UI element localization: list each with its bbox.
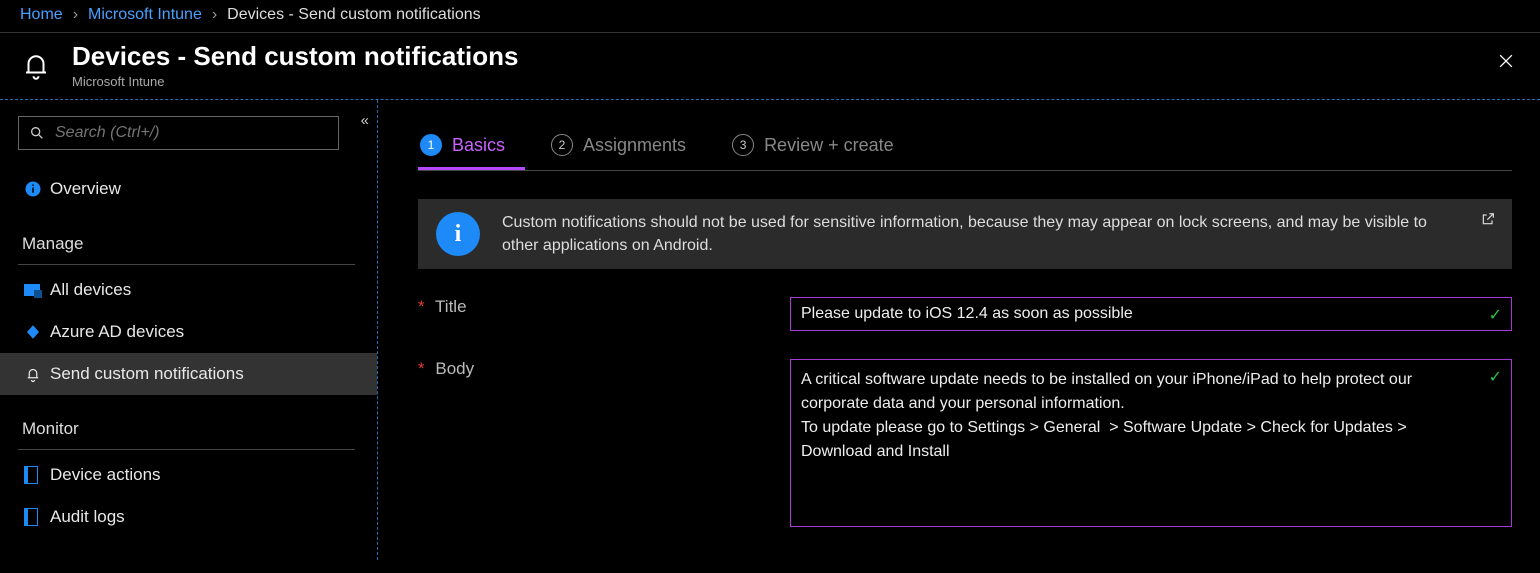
sidebar-item-label: Azure AD devices — [50, 322, 184, 342]
field-label-title: Title — [435, 297, 467, 316]
diamond-icon — [24, 323, 50, 341]
required-asterisk: * — [418, 359, 425, 378]
notebook-icon — [24, 508, 50, 526]
sidebar-item-all-devices[interactable]: All devices — [18, 269, 377, 311]
breadcrumb-current: Devices - Send custom notifications — [227, 6, 480, 24]
info-icon — [24, 180, 50, 198]
bell-icon — [14, 50, 58, 80]
sidebar-item-label: Audit logs — [50, 507, 125, 527]
close-button[interactable] — [1492, 47, 1520, 75]
devices-icon — [24, 284, 50, 296]
main-panel: 1 Basics 2 Assignments 3 Review + create… — [378, 100, 1540, 560]
check-icon: ✓ — [1489, 305, 1502, 325]
form-row-title: * Title ✓ — [418, 297, 1512, 331]
breadcrumb-intune[interactable]: Microsoft Intune — [88, 6, 202, 24]
sidebar-item-azure-ad-devices[interactable]: Azure AD devices — [18, 311, 377, 353]
page-title: Devices - Send custom notifications — [72, 41, 518, 72]
breadcrumb-home[interactable]: Home — [20, 6, 63, 24]
tab-step-number: 1 — [420, 134, 442, 156]
tab-assignments[interactable]: 2 Assignments — [549, 124, 706, 170]
tab-step-number: 2 — [551, 134, 573, 156]
body-textarea[interactable] — [790, 359, 1512, 527]
sidebar-item-label: Overview — [50, 179, 121, 199]
page-header: Devices - Send custom notifications Micr… — [0, 33, 1540, 99]
tab-label: Assignments — [583, 135, 686, 156]
info-banner: i Custom notifications should not be use… — [418, 199, 1512, 269]
check-icon: ✓ — [1489, 367, 1502, 387]
tab-label: Review + create — [764, 135, 894, 156]
search-input-wrap[interactable] — [18, 116, 339, 150]
title-input[interactable] — [790, 297, 1512, 331]
sidebar-item-overview[interactable]: Overview — [18, 168, 377, 210]
chevron-right-icon: › — [73, 6, 78, 24]
sidebar-item-label: Device actions — [50, 465, 161, 485]
popout-button[interactable] — [1480, 211, 1496, 231]
search-icon — [29, 125, 45, 141]
sidebar-item-device-actions[interactable]: Device actions — [18, 454, 377, 496]
breadcrumb: Home › Microsoft Intune › Devices - Send… — [0, 0, 1540, 33]
required-asterisk: * — [418, 297, 425, 316]
notebook-icon — [24, 466, 50, 484]
sidebar-item-send-notifications[interactable]: Send custom notifications — [0, 353, 377, 395]
field-label-body: Body — [435, 359, 474, 378]
sidebar-item-label: All devices — [50, 280, 131, 300]
sidebar: « Overview Manage All devices Azure AD d… — [0, 100, 378, 560]
tab-step-number: 3 — [732, 134, 754, 156]
sidebar-section-monitor: Monitor — [18, 415, 355, 450]
search-input[interactable] — [55, 124, 328, 142]
tab-basics[interactable]: 1 Basics — [418, 124, 525, 170]
form-row-body: * Body ✓ — [418, 359, 1512, 531]
sidebar-section-manage: Manage — [18, 230, 355, 265]
sidebar-item-label: Send custom notifications — [50, 364, 244, 384]
tab-label: Basics — [452, 135, 505, 156]
page-subtitle: Microsoft Intune — [72, 74, 518, 89]
chevron-right-icon: › — [212, 6, 217, 24]
sidebar-item-audit-logs[interactable]: Audit logs — [18, 496, 377, 538]
info-icon: i — [436, 212, 480, 256]
info-text: Custom notifications should not be used … — [502, 211, 1462, 257]
tab-review-create[interactable]: 3 Review + create — [730, 124, 914, 170]
wizard-tabs: 1 Basics 2 Assignments 3 Review + create — [418, 124, 1512, 171]
bell-icon — [24, 365, 50, 383]
collapse-sidebar-button[interactable]: « — [361, 112, 369, 129]
